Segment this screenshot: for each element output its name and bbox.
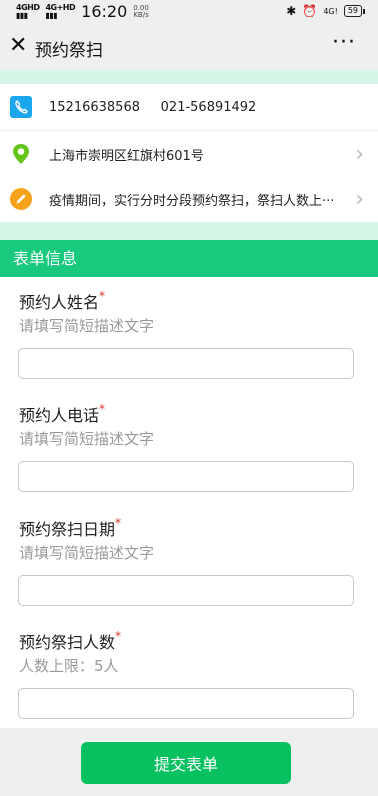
field-label-phone: 预约人电话* [19, 402, 105, 426]
signal-label-1: 4GHD [16, 2, 40, 12]
field-label-text: 预约人姓名 [19, 293, 100, 312]
signal-label-2: 4G+HD [45, 2, 76, 12]
field-label-name: 预约人姓名* [19, 289, 105, 313]
field-desc-count: 人数上限：5人 [19, 657, 119, 675]
bluetooth-icon: ✱ [286, 4, 297, 18]
required-mark: * [99, 402, 106, 416]
close-icon[interactable]: ✕ [9, 35, 27, 57]
phone-number[interactable]: 15216638568 [49, 100, 140, 115]
bottom-bar: 提交表单 [0, 728, 378, 796]
more-options-icon[interactable]: ··· [332, 30, 356, 55]
speed-unit: KB/s [133, 10, 149, 19]
spacer-band [0, 70, 378, 84]
name-input[interactable] [18, 348, 354, 379]
notice-row[interactable]: 疫情期间，实行分时分段预约祭扫，祭扫人数上··· › [0, 176, 378, 223]
field-label-text: 预约祭扫日期 [19, 520, 116, 539]
battery-level: 59 [347, 6, 358, 15]
spacer-band [0, 222, 378, 240]
network-label: 4G! [323, 6, 338, 16]
field-desc-phone: 请填写简短描述文字 [19, 430, 155, 448]
title-bar: ✕ 预约祭扫 ··· [0, 24, 378, 70]
location-icon [13, 144, 29, 164]
network-speed: 0.00 KB/s [133, 4, 149, 19]
signal-icon-2: 4G+HD ▮▮▮ [45, 2, 76, 20]
notice-text: 疫情期间，实行分时分段预约祭扫，祭扫人数上··· [49, 193, 335, 209]
date-input[interactable] [18, 575, 354, 606]
required-mark: * [115, 516, 122, 530]
clock: 16:20 [81, 2, 128, 21]
phone-text[interactable]: 15216638568 021-56891492 [49, 100, 256, 115]
submit-button[interactable]: 提交表单 [81, 742, 291, 784]
section-title: 表单信息 [0, 240, 378, 277]
field-label-date: 预约祭扫日期* [19, 516, 121, 540]
status-bar: 4GHD ▮▮▮ 4G+HD ▮▮▮ 16:20 0.00 KB/s ✱ ⏰ 4G! … [0, 0, 378, 24]
tel-number[interactable]: 021-56891492 [161, 100, 257, 115]
field-desc-date: 请填写简短描述文字 [19, 544, 155, 562]
phone-icon [10, 96, 32, 118]
field-desc-name: 请填写简短描述文字 [19, 317, 155, 335]
alarm-icon: ⏰ [302, 4, 318, 18]
signal-icon: 4GHD ▮▮▮ [16, 2, 40, 20]
required-mark: * [99, 289, 106, 303]
field-label-text: 预约祭扫人数 [19, 633, 116, 652]
phone-row[interactable]: 15216638568 021-56891492 [0, 84, 378, 131]
address-text: 上海市崇明区红旗村601号 [49, 148, 204, 164]
chevron-right-icon[interactable]: › [355, 142, 364, 167]
battery-icon: 59 [343, 5, 366, 17]
field-label-text: 预约人电话 [19, 406, 100, 425]
page-title: 预约祭扫 [35, 41, 103, 61]
phone-input[interactable] [18, 461, 354, 492]
address-row[interactable]: 上海市崇明区红旗村601号 › [0, 131, 378, 178]
count-input[interactable] [18, 688, 354, 719]
chevron-right-icon[interactable]: › [355, 187, 364, 212]
field-label-count: 预约祭扫人数* [19, 629, 121, 653]
required-mark: * [115, 629, 122, 643]
pencil-icon [10, 188, 32, 210]
